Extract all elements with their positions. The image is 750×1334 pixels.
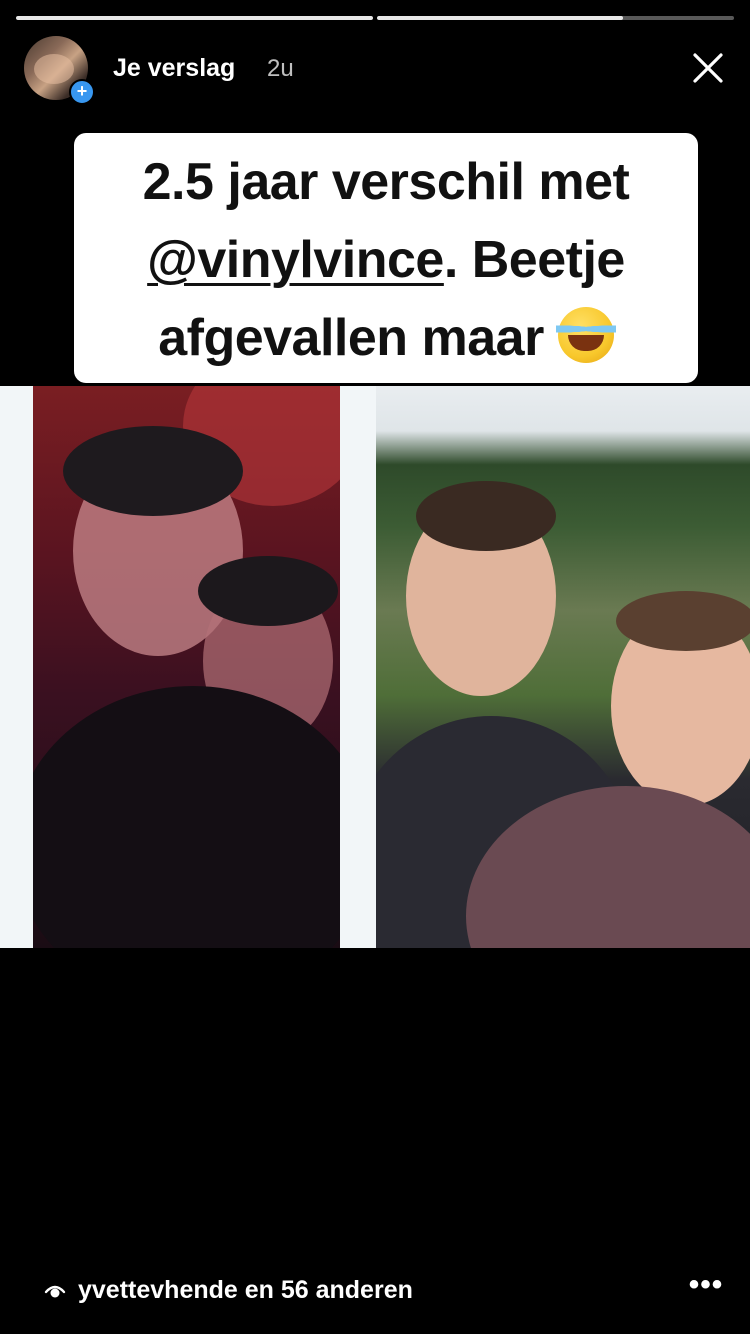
progress-fill [377,16,624,20]
caption-line-1: 2.5 jaar verschil met [142,153,630,211]
plus-badge-icon[interactable]: + [69,79,95,105]
eye-icon [44,1285,66,1298]
caption-line-3: afgevallen maar [82,299,690,377]
progress-fill [16,16,373,20]
story-header: + Je verslag 2u [24,36,726,105]
photo-right-panel [376,386,750,948]
story-footer: yvettevhende en 56 anderen ••• [0,1262,750,1318]
caption-line-2-text: . Beetje [443,231,625,289]
laughing-emoji-icon [555,307,616,363]
mention-link[interactable]: @vinylvince [147,231,444,289]
story-photo [0,386,750,948]
account-label[interactable]: Je verslag [113,54,235,83]
progress-segment-1 [16,16,373,20]
caption-sticker: 2.5 jaar verschil met @vinylvince. Beetj… [74,133,698,383]
progress-segment-2 [377,16,734,20]
viewers-text[interactable]: yvettevhende en 56 anderen [78,1276,413,1305]
story-progress-bar [16,16,734,20]
photo-left-panel [33,386,340,948]
more-icon[interactable]: ••• [686,1270,726,1302]
close-icon[interactable] [690,50,726,86]
timestamp: 2u [267,55,294,82]
caption-line-2: @vinylvince. Beetje [82,221,690,299]
caption-line-3-text: afgevallen maar [158,309,544,367]
